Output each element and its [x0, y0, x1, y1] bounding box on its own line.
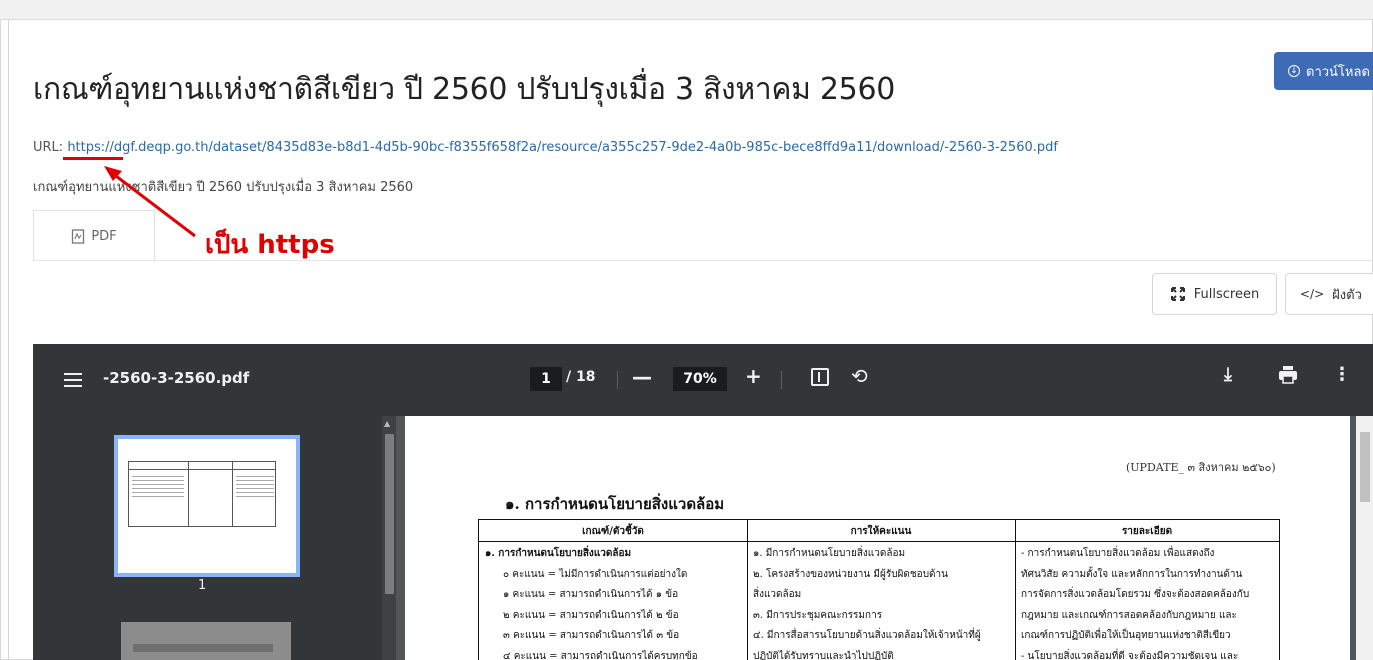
resource-description: เกณฑ์อุทยานแห่งชาติสีเขียว ปี 2560 ปรับป… — [33, 180, 414, 195]
table-cell-line: ๔ คะแนน = สามารถดำเนินการได้ครบทุกข้อ — [503, 650, 698, 660]
code-icon: </> — [1300, 287, 1325, 301]
tab-pdf-label: PDF — [91, 228, 117, 244]
criteria-column: ๑. การกำหนดนโยบายสิ่งแวดล้อม ๐ คะแนน = ไ… — [485, 544, 743, 660]
menu-icon[interactable] — [64, 368, 82, 392]
page-title: เกณฑ์อุทยานแห่งชาติสีเขียว ปี 2560 ปรับป… — [33, 72, 896, 107]
embed-label: ฝังตัว — [1332, 287, 1362, 303]
page-thumbnail[interactable] — [114, 435, 300, 577]
table-header-row: เกณฑ์/ตัวชี้วัด การให้คะแนน รายละเอียด — [479, 520, 1279, 542]
scroll-up-icon[interactable]: ▲ — [384, 419, 390, 428]
table-column-divider — [1015, 520, 1016, 660]
toolbar-divider — [617, 371, 618, 389]
table-cell-line: เกณฑ์การปฏิบัติเพื่อให้เป็นอุทยานแห่งชาต… — [1021, 630, 1231, 641]
pdf-filename: -2560-3-2560.pdf — [103, 369, 250, 387]
table-cell-line: - การกำหนดนโยบายสิ่งแวดล้อม เพื่อแสดงถึง — [1021, 548, 1215, 559]
url-label: URL: — [33, 140, 64, 155]
table-cell-line: ๔. มีการสื่อสารนโยบายด้านสิ่งแวดล้อมให้เ… — [753, 630, 981, 641]
table-cell-line: ๒ คะแนน = สามารถดำเนินการได้ ๒ ข้อ — [503, 609, 679, 621]
top-bar — [0, 0, 1373, 20]
table-cell-line: ทัศนวิสัย ความตั้งใจ และหลักการในการทำงา… — [1021, 568, 1243, 580]
annotation-underline — [63, 157, 123, 160]
tab-pdf[interactable]: PDF — [33, 210, 155, 261]
zoom-level-input[interactable]: 70% — [673, 367, 727, 391]
left-border — [8, 20, 9, 660]
table-header-cell: เกณฑ์/ตัวชี้วัด — [582, 526, 644, 537]
download-button[interactable]: ↓ ดาวน์โหลด — [1274, 52, 1373, 90]
fit-page-icon[interactable] — [811, 368, 829, 386]
print-icon[interactable] — [1278, 366, 1298, 384]
table-header-cell: การให้คะแนน — [850, 526, 912, 537]
table-column-divider — [747, 520, 748, 660]
pdf-file-icon — [72, 228, 85, 244]
table-cell-line: - นโยบายสิ่งแวดล้อมที่ดี จะต้องมีความชัด… — [1021, 650, 1239, 660]
scoring-column: ๑. มีการกำหนดนโยบายสิ่งแวดล้อม ๒. โครงสร… — [753, 544, 1011, 660]
page-number-input[interactable]: 1 — [530, 367, 562, 391]
table-cell-line: ๓ คะแนน = สามารถดำเนินการได้ ๓ ข้อ — [503, 630, 680, 641]
zoom-out-icon[interactable]: — — [632, 365, 652, 389]
more-options-icon[interactable]: ⋮ — [1333, 364, 1351, 385]
document-heading: ๑. การกำหนดนโยบายสิ่งแวดล้อม — [505, 495, 725, 513]
table-header-cell: รายละเอียด — [1121, 526, 1173, 537]
fullscreen-button[interactable]: Fullscreen — [1152, 273, 1277, 315]
download-label: ดาวน์โหลด — [1306, 64, 1370, 80]
table-cell-line: การจัดการสิ่งแวดล้อมโดยรวม ซึ่งจะต้องสอด… — [1021, 589, 1250, 600]
fullscreen-label: Fullscreen — [1193, 286, 1260, 302]
zoom-in-icon[interactable]: + — [745, 364, 762, 388]
rotate-icon[interactable]: ⟲ — [851, 364, 868, 388]
table-cell-line: ๑. มีการกำหนดนโยบายสิ่งแวดล้อม — [753, 548, 906, 559]
thumbnail-table — [128, 461, 276, 527]
page-thumbnail[interactable] — [121, 622, 291, 660]
table-cell-line: ๑ คะแนน = สามารถดำเนินการได้ ๑ ข้อ — [503, 589, 679, 600]
url-link[interactable]: https://dgf.deqp.go.th/dataset/8435d83e-… — [67, 140, 1058, 155]
table-cell-line: สิ่งแวดล้อม — [753, 589, 802, 600]
viewer-scrollbar-thumb[interactable] — [1360, 432, 1370, 502]
download-icon[interactable]: ⤓ — [1224, 364, 1232, 385]
toolbar-divider — [781, 371, 782, 389]
embed-button[interactable]: </> ฝังตัว — [1285, 273, 1373, 315]
download-circle-icon: ↓ — [1288, 65, 1300, 77]
table-cell-line: กฎหมาย และเกณฑ์การสอดคล้องกับกฎหมาย และ — [1021, 609, 1237, 621]
table-cell-line: ๓. มีการประชุมคณะกรรมการ — [753, 609, 883, 621]
table-cell-line: ๒. โครงสร้างของหน่วยงาน มีผู้รับผิดชอบด้… — [753, 568, 948, 580]
update-note: (UPDATE_ ๓ สิงหาคม ๒๕๖๐) — [1126, 461, 1276, 474]
annotation-text: เป็น https — [205, 230, 335, 260]
table-cell-line: ๑. การกำหนดนโยบายสิ่งแวดล้อม — [485, 548, 632, 559]
details-column: - การกำหนดนโยบายสิ่งแวดล้อม เพื่อแสดงถึง… — [1021, 544, 1275, 660]
thumbnail-label: 1 — [198, 578, 207, 593]
criteria-table: เกณฑ์/ตัวชี้วัด การให้คะแนน รายละเอียด ๑… — [478, 519, 1280, 660]
page-total: / 18 — [566, 369, 596, 385]
sidebar-scrollbar-thumb[interactable] — [385, 434, 394, 594]
table-cell-line: ปฏิบัติได้รับทราบและนำไปปฏิบัติ — [753, 650, 894, 660]
pdf-toolbar: -2560-3-2560.pdf 1 / 18 — 70% + ⟲ ⤓ ⋮ — [33, 344, 1373, 416]
resource-url: URL: https://dgf.deqp.go.th/dataset/8435… — [33, 140, 1058, 155]
table-cell-line: ๐ คะแนน = ไม่มีการดำเนินการแต่อย่างใด — [503, 568, 688, 580]
fullscreen-icon — [1170, 287, 1185, 301]
